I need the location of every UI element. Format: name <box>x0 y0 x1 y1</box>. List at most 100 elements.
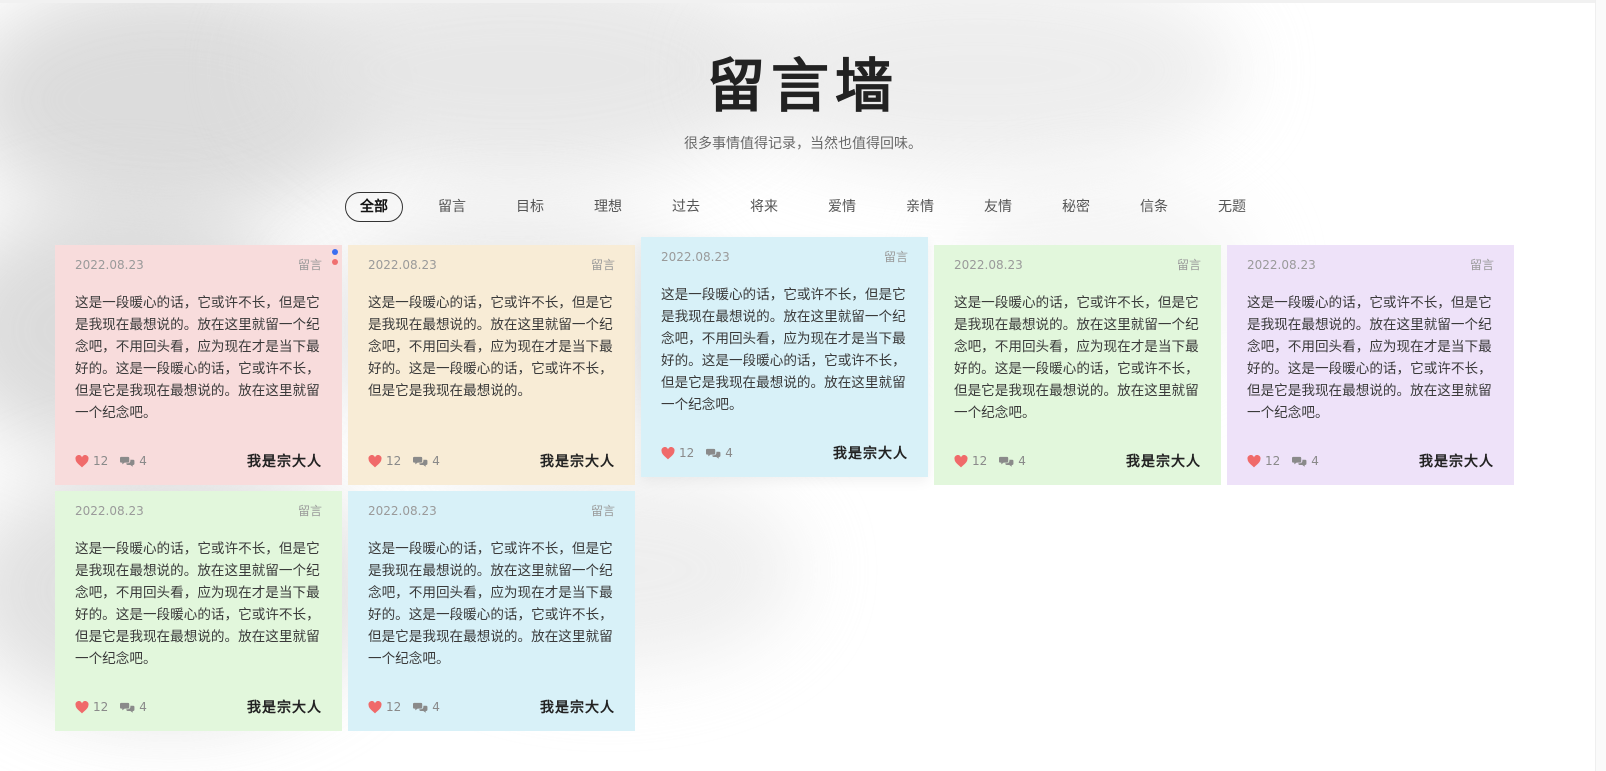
comment-button[interactable]: 4 <box>1292 454 1319 468</box>
card-category: 留言 <box>883 250 908 264</box>
card-date: 2022.08.23 <box>954 258 1023 272</box>
card-text: 这是一段暖心的话，它或许不长，但是它是我现在最想说的。放在这里就留一个纪念吧，不… <box>368 541 613 667</box>
message-card[interactable]: 2022.08.23 留言 这是一段暖心的话，它或许不长，但是它是我现在最想说的… <box>348 245 635 485</box>
tab-3[interactable]: 理想 <box>579 192 637 222</box>
card-category: 留言 <box>1176 258 1201 272</box>
comment-icon <box>120 455 139 468</box>
comment-button[interactable]: 4 <box>120 454 147 468</box>
tab-8[interactable]: 友情 <box>969 192 1027 222</box>
message-card[interactable]: 2022.08.23 留言 这是一段暖心的话，它或许不长，但是它是我现在最想说的… <box>55 491 342 731</box>
comment-button[interactable]: 4 <box>413 454 440 468</box>
card-text: 这是一段暖心的话，它或许不长，但是它是我现在最想说的。放在这里就留一个纪念吧，不… <box>75 295 320 421</box>
card-header: 2022.08.23 留言 <box>368 503 615 519</box>
card-indicator-dots <box>332 249 338 269</box>
tab-2[interactable]: 目标 <box>501 192 559 222</box>
card-header: 2022.08.23 留言 <box>75 503 322 519</box>
tab-10[interactable]: 信条 <box>1125 192 1183 222</box>
tab-6[interactable]: 爱情 <box>813 192 871 222</box>
comment-icon <box>413 455 432 468</box>
page-title: 留言墙 <box>706 52 899 120</box>
card-date: 2022.08.23 <box>368 258 437 272</box>
top-border <box>0 0 1606 3</box>
card-author: 我是宗大人 <box>833 446 908 462</box>
like-count: 12 <box>386 700 402 714</box>
comment-button[interactable]: 4 <box>706 446 733 460</box>
red-dot <box>332 259 338 265</box>
like-count: 12 <box>679 446 695 460</box>
heart-icon <box>368 454 386 468</box>
comment-count: 4 <box>725 446 733 460</box>
like-count: 12 <box>972 454 988 468</box>
blue-dot <box>332 249 338 255</box>
message-card[interactable]: 2022.08.23 留言 这是一段暖心的话，它或许不长，但是它是我现在最想说的… <box>934 245 1221 485</box>
card-header: 2022.08.23 留言 <box>75 257 322 273</box>
card-author: 我是宗大人 <box>247 700 322 716</box>
card-text: 这是一段暖心的话，它或许不长，但是它是我现在最想说的。放在这里就留一个纪念吧，不… <box>954 295 1199 421</box>
page-subtitle: 很多事情值得记录，当然也值得回味。 <box>684 136 922 152</box>
card-author: 我是宗大人 <box>247 454 322 470</box>
comment-icon <box>413 701 432 714</box>
heart-icon <box>75 454 93 468</box>
card-text: 这是一段暖心的话，它或许不长，但是它是我现在最想说的。放在这里就留一个纪念吧，不… <box>75 541 320 667</box>
message-card[interactable]: 2022.08.23 留言 这是一段暖心的话，它或许不长，但是它是我现在最想说的… <box>55 245 342 485</box>
card-footer: 12 4 我是宗大人 <box>368 697 615 717</box>
card-category: 留言 <box>590 504 615 518</box>
like-count: 12 <box>93 700 109 714</box>
tab-0[interactable]: 全部 <box>345 192 403 222</box>
comment-icon <box>120 701 139 714</box>
card-text: 这是一段暖心的话，它或许不长，但是它是我现在最想说的。放在这里就留一个纪念吧，不… <box>661 287 906 413</box>
card-author: 我是宗大人 <box>1419 454 1494 470</box>
card-text: 这是一段暖心的话，它或许不长，但是它是我现在最想说的。放在这里就留一个纪念吧，不… <box>368 295 613 399</box>
comment-count: 4 <box>139 454 147 468</box>
comment-button[interactable]: 4 <box>999 454 1026 468</box>
comment-button[interactable]: 4 <box>120 700 147 714</box>
heart-icon <box>75 700 93 714</box>
card-header: 2022.08.23 留言 <box>1247 257 1494 273</box>
card-footer: 12 4 我是宗大人 <box>75 451 322 471</box>
category-tabs: 全部 留言 目标 理想 过去 将来 爱情 亲情 友情 秘密 信条 无题 <box>0 192 1606 222</box>
like-button[interactable]: 12 <box>954 454 987 468</box>
like-button[interactable]: 12 <box>75 700 108 714</box>
message-card[interactable]: 2022.08.23 留言 这是一段暖心的话，它或许不长，但是它是我现在最想说的… <box>348 491 635 731</box>
comment-count: 4 <box>432 454 440 468</box>
comment-count: 4 <box>432 700 440 714</box>
like-count: 12 <box>1265 454 1281 468</box>
card-category: 留言 <box>297 504 322 518</box>
card-author: 我是宗大人 <box>540 454 615 470</box>
page-header: 留言墙 很多事情值得记录，当然也值得回味。 <box>0 48 1606 154</box>
tab-9[interactable]: 秘密 <box>1047 192 1105 222</box>
tab-5[interactable]: 将来 <box>735 192 793 222</box>
card-date: 2022.08.23 <box>1247 258 1316 272</box>
card-text: 这是一段暖心的话，它或许不长，但是它是我现在最想说的。放在这里就留一个纪念吧，不… <box>1247 295 1492 421</box>
tab-11[interactable]: 无题 <box>1203 192 1261 222</box>
message-card[interactable]: 2022.08.23 留言 这是一段暖心的话，它或许不长，但是它是我现在最想说的… <box>1227 245 1514 485</box>
comment-icon <box>706 447 725 460</box>
card-date: 2022.08.23 <box>75 504 144 518</box>
like-button[interactable]: 12 <box>75 454 108 468</box>
tab-4[interactable]: 过去 <box>657 192 715 222</box>
comment-count: 4 <box>1018 454 1026 468</box>
like-button[interactable]: 12 <box>661 446 694 460</box>
tab-7[interactable]: 亲情 <box>891 192 949 222</box>
card-footer: 12 4 我是宗大人 <box>661 443 908 463</box>
card-date: 2022.08.23 <box>368 504 437 518</box>
message-card[interactable]: 2022.08.23 留言 这是一段暖心的话，它或许不长，但是它是我现在最想说的… <box>641 237 928 477</box>
card-footer: 12 4 我是宗大人 <box>75 697 322 717</box>
comment-icon <box>1292 455 1311 468</box>
like-button[interactable]: 12 <box>368 700 401 714</box>
card-author: 我是宗大人 <box>1126 454 1201 470</box>
heart-icon <box>368 700 386 714</box>
card-author: 我是宗大人 <box>540 700 615 716</box>
like-count: 12 <box>386 454 402 468</box>
heart-icon <box>1247 454 1265 468</box>
card-footer: 12 4 我是宗大人 <box>368 451 615 471</box>
like-button[interactable]: 12 <box>368 454 401 468</box>
tab-1[interactable]: 留言 <box>423 192 481 222</box>
like-button[interactable]: 12 <box>1247 454 1280 468</box>
card-footer: 12 4 我是宗大人 <box>954 451 1201 471</box>
comment-button[interactable]: 4 <box>413 700 440 714</box>
comment-count: 4 <box>139 700 147 714</box>
card-date: 2022.08.23 <box>75 258 144 272</box>
card-category: 留言 <box>297 258 322 272</box>
card-category: 留言 <box>1469 258 1494 272</box>
